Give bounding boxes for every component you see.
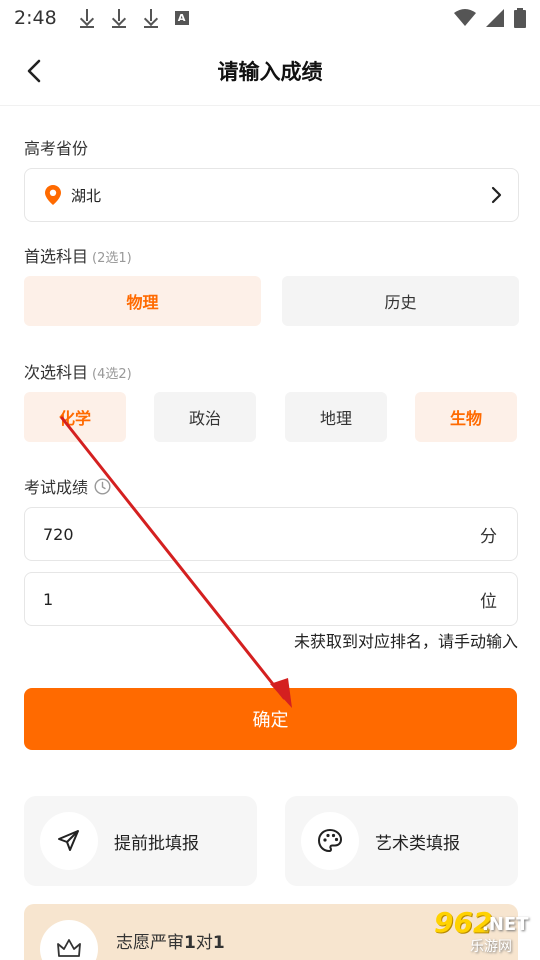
banner-icon-circle xyxy=(40,920,98,960)
send-icon xyxy=(58,830,79,851)
download-icon xyxy=(143,8,159,28)
palette-icon xyxy=(317,828,343,853)
subject-chip-history[interactable]: 历史 xyxy=(282,276,519,326)
subject-chip-label: 生物 xyxy=(449,409,482,428)
second-subject-hint: (4选2) xyxy=(92,367,132,382)
watermark-net: .NET xyxy=(482,914,529,935)
confirm-button-label: 确定 xyxy=(252,710,289,731)
early-batch-card[interactable]: 提前批填报 xyxy=(24,796,257,886)
crown-icon xyxy=(57,939,81,957)
province-selector[interactable]: 湖北 xyxy=(24,168,519,222)
signal-icon xyxy=(486,9,504,27)
subject-chip-label: 历史 xyxy=(384,293,417,312)
score-value: 720 xyxy=(43,524,74,544)
first-subject-hint: (2选1) xyxy=(92,251,132,266)
first-subject-label: 首选科目 (2选1) xyxy=(24,243,132,267)
early-batch-label: 提前批填报 xyxy=(114,833,199,854)
second-subject-label: 次选科目 (4选2) xyxy=(24,359,132,383)
rank-unit: 位 xyxy=(480,591,497,612)
download-icon xyxy=(79,8,95,28)
province-label-text: 高考省份 xyxy=(24,139,89,158)
art-category-card[interactable]: 艺术类填报 xyxy=(285,796,518,886)
score-input[interactable]: 720 分 xyxy=(24,507,518,561)
banner-title-b: 1 xyxy=(184,933,196,953)
rank-value: 1 xyxy=(43,589,54,609)
status-time: 2:48 xyxy=(14,7,57,29)
app-notification-icon: A xyxy=(174,11,189,25)
back-arrow-icon[interactable] xyxy=(22,58,48,84)
subject-chip-biology[interactable]: 生物 xyxy=(415,392,517,442)
banner-title-a: 志愿严审 xyxy=(116,933,184,953)
banner-title-d: 1 xyxy=(212,933,225,953)
subject-chip-label: 政治 xyxy=(188,409,221,428)
watermark-logo: 962 .NET 乐游网 xyxy=(404,906,532,958)
watermark-site-name: 乐游网 xyxy=(470,939,512,955)
subject-chip-chemistry[interactable]: 化学 xyxy=(24,392,126,442)
second-subject-label-text: 次选科目 xyxy=(24,363,89,382)
score-unit: 分 xyxy=(480,526,497,547)
battery-icon xyxy=(514,8,526,28)
download-icon xyxy=(111,8,127,28)
province-label: 高考省份 xyxy=(24,135,88,159)
rank-warning-text: 未获取到对应排名，请手动输入 xyxy=(293,632,518,651)
banner-title-c: 对 xyxy=(195,933,213,953)
status-bar: 2:48 A xyxy=(0,0,540,36)
chevron-right-icon xyxy=(491,186,502,204)
first-subject-label-text: 首选科目 xyxy=(24,247,89,266)
navigation-bar: 请输入成绩 xyxy=(0,36,540,106)
art-category-icon-circle xyxy=(301,812,359,870)
subject-chip-politics[interactable]: 政治 xyxy=(154,392,256,442)
score-label-text: 考试成绩 xyxy=(24,478,89,497)
page-title: 请输入成绩 xyxy=(217,59,323,84)
early-batch-icon-circle xyxy=(40,812,98,870)
banner-title: 志愿严审1对1 xyxy=(116,928,225,953)
art-category-label: 艺术类填报 xyxy=(375,833,460,854)
rank-input[interactable]: 1 位 xyxy=(24,572,518,626)
confirm-button[interactable]: 确定 xyxy=(24,688,517,750)
subject-chip-label: 化学 xyxy=(58,409,91,428)
location-pin-icon xyxy=(45,185,61,205)
province-value: 湖北 xyxy=(71,186,102,205)
subject-chip-physics[interactable]: 物理 xyxy=(24,276,261,326)
wifi-icon xyxy=(454,9,476,26)
score-label: 考试成绩 xyxy=(24,474,111,498)
info-icon[interactable] xyxy=(94,477,111,495)
subject-chip-geography[interactable]: 地理 xyxy=(285,392,387,442)
subject-chip-label: 物理 xyxy=(126,293,159,312)
subject-chip-label: 地理 xyxy=(319,409,352,428)
